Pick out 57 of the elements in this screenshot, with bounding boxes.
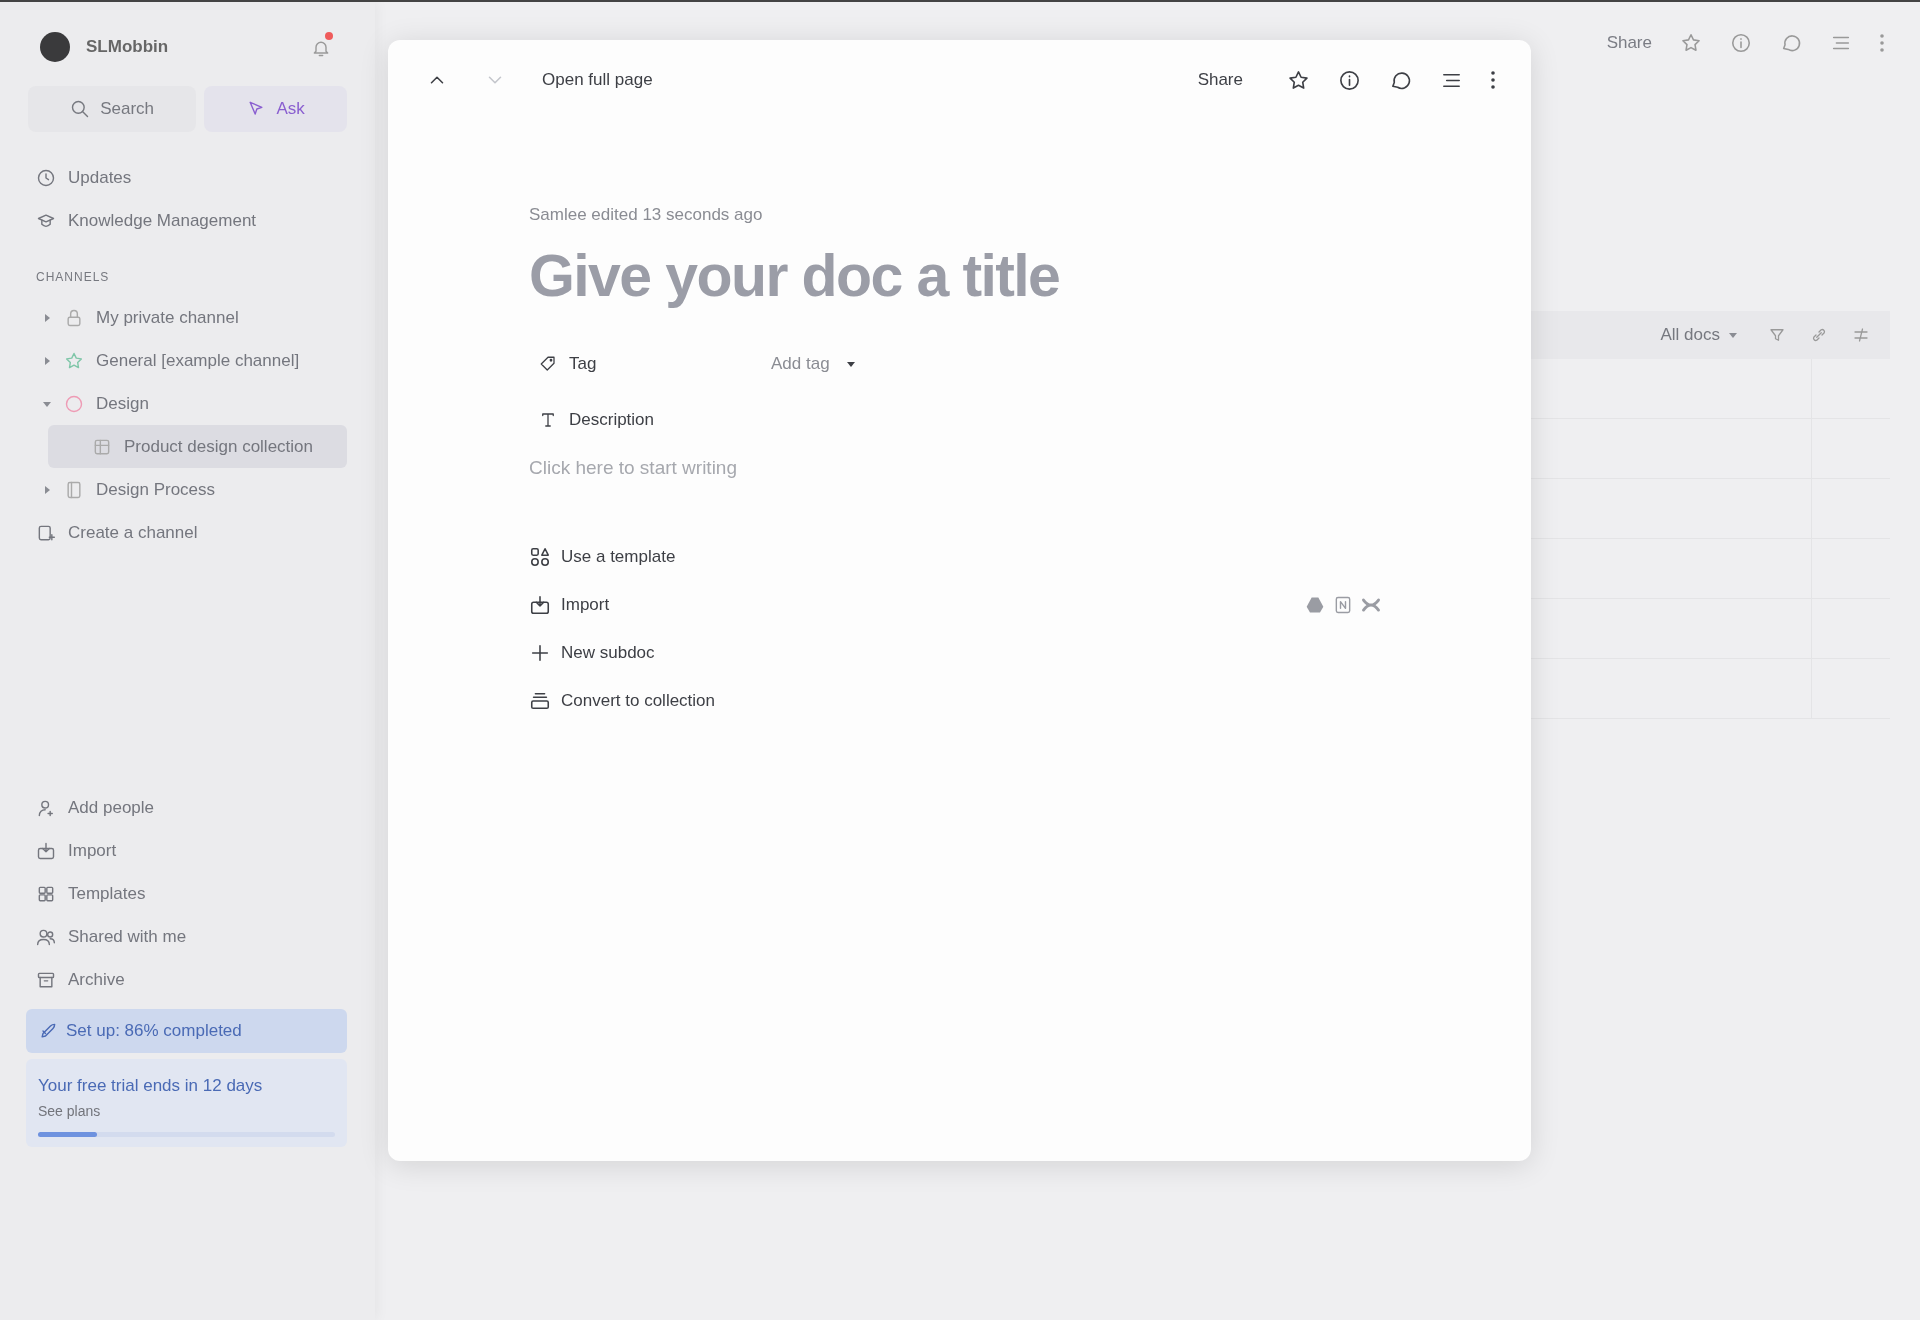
sidebar-item[interactable]: Shared with me (28, 915, 347, 958)
sort-icon (1852, 325, 1870, 344)
action-item[interactable]: Import (529, 580, 610, 629)
property-label[interactable]: Description (529, 407, 765, 433)
caret-icon (845, 359, 856, 369)
share-button[interactable]: Share (1606, 30, 1652, 56)
text-icon (539, 411, 557, 429)
edit-info: Samlee edited 13 seconds ago (529, 204, 764, 226)
create-channel-item[interactable]: Create a channel (28, 511, 347, 554)
setup-banner[interactable]: Set up: 86% completed (26, 1009, 347, 1053)
action-item[interactable]: Use a template (529, 532, 676, 581)
channel-item[interactable]: Design Process (28, 468, 347, 511)
avatar (40, 32, 70, 62)
star-icon (1287, 68, 1310, 92)
sidebar-item[interactable]: Templates (28, 872, 347, 915)
channel-item[interactable]: Design (28, 382, 347, 425)
clock-icon (36, 167, 56, 188)
import-icon (529, 593, 551, 616)
lock-icon (64, 307, 84, 328)
workspace-name[interactable]: SLMobbin (86, 34, 169, 60)
search-icon (70, 99, 91, 119)
action-item[interactable]: Convert to collection (529, 676, 716, 725)
info-icon (1338, 68, 1361, 92)
star-icon (1680, 31, 1702, 54)
ask-button[interactable]: Ask (204, 86, 347, 132)
import-icon (36, 840, 56, 861)
share-button[interactable]: Share (1191, 61, 1249, 99)
view-label: All docs (1660, 323, 1720, 346)
section-title: CHANNELS (36, 269, 111, 286)
property-label[interactable]: Tag (529, 351, 765, 377)
see-plans-link[interactable]: See plans (38, 1100, 335, 1122)
channel-item[interactable]: General [example channel] (28, 339, 347, 382)
view-dropdown[interactable]: All docs (1654, 315, 1744, 354)
body-field[interactable]: Click here to start writing (529, 454, 929, 483)
trial-text: Your free trial ends in 12 days (38, 1075, 264, 1097)
star-icon (64, 350, 84, 371)
sidebar-item[interactable]: Add people (28, 786, 347, 829)
info-icon (1730, 31, 1752, 54)
tag-dropdown[interactable]: Add tag (765, 345, 862, 383)
tag-placeholder: Add tag (771, 353, 830, 376)
document-icon (64, 479, 84, 500)
more-icon (1880, 33, 1884, 52)
tag-icon (539, 355, 557, 373)
title-field[interactable]: Give your doc a title (529, 231, 1329, 320)
channel-item[interactable]: Product design collection (48, 425, 347, 468)
sidebar-item[interactable]: Updates (28, 156, 347, 199)
search-button[interactable]: Search (28, 86, 197, 132)
open-full-page-link[interactable]: Open full page (536, 61, 659, 99)
more-icon (1491, 71, 1495, 89)
sidebar-item[interactable]: Archive (28, 958, 347, 1001)
action-item[interactable]: New subdoc (529, 628, 655, 677)
sidebar-item[interactable]: Import (28, 829, 347, 872)
sidebar-item[interactable]: Knowledge Management (28, 199, 347, 242)
circle-icon (64, 393, 84, 414)
shapes-icon (529, 545, 551, 568)
setup-text: Set up: 86% completed (66, 1020, 242, 1043)
channel-item[interactable]: My private channel (28, 296, 347, 339)
